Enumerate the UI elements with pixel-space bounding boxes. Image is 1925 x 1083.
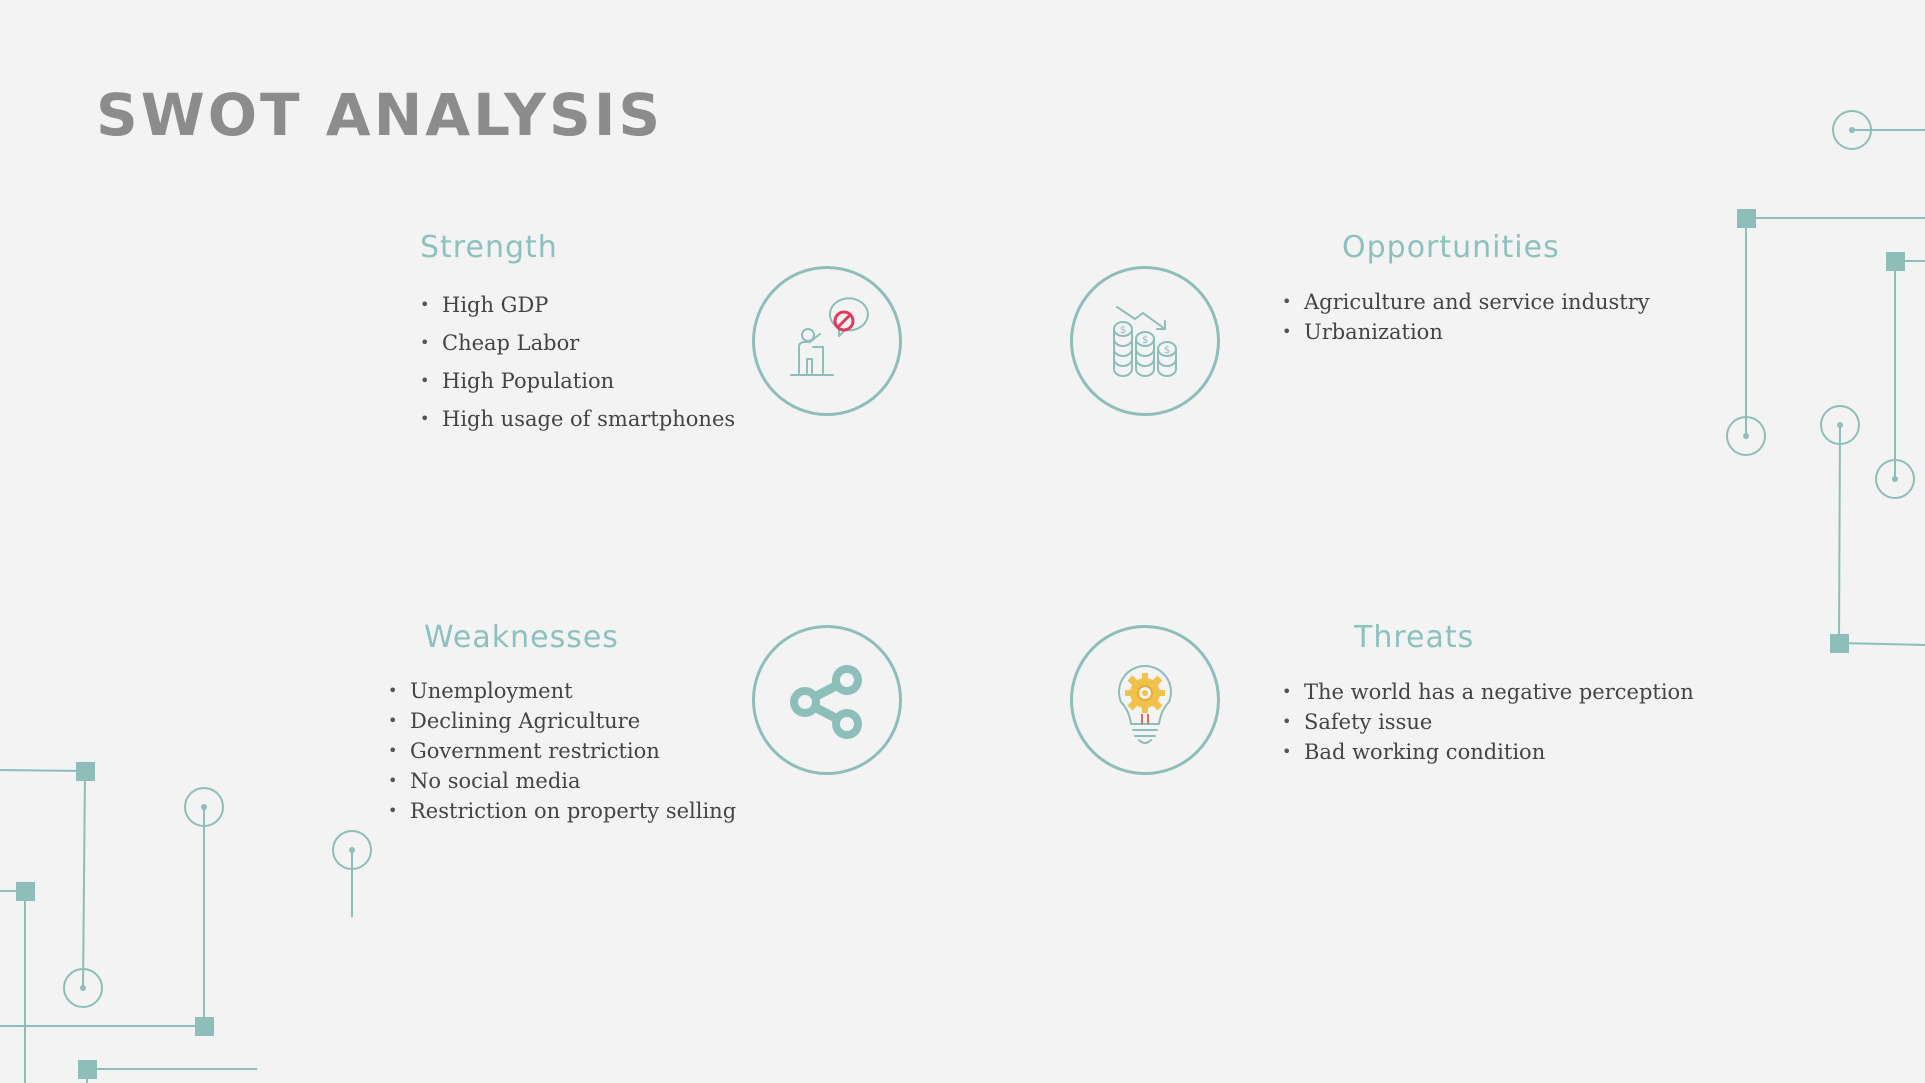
list-item: Unemployment — [388, 676, 736, 706]
slide-title: SWOT ANALYSIS — [96, 81, 664, 149]
list-item: The world has a negative perception — [1282, 677, 1694, 707]
list-item: No social media — [388, 766, 736, 796]
list-item: Restriction on property selling — [388, 796, 736, 826]
swot-slide: SWOT ANALYSIS Strength High GDP Cheap La… — [0, 0, 1925, 1083]
threats-icon-circle — [1070, 625, 1220, 775]
svg-text:$: $ — [1120, 325, 1126, 336]
list-item: High Population — [420, 362, 735, 400]
list-item: High usage of smartphones — [420, 400, 735, 438]
weaknesses-list: Unemployment Declining Agriculture Gover… — [388, 676, 736, 826]
list-item: Agriculture and service industry — [1282, 287, 1650, 317]
circuit-decoration — [0, 110, 1925, 1083]
weaknesses-heading: Weaknesses — [424, 620, 619, 655]
threats-heading: Threats — [1354, 620, 1475, 655]
opportunities-heading: Opportunities — [1342, 230, 1560, 265]
strength-icon-circle — [752, 266, 902, 416]
svg-text:$: $ — [1164, 345, 1170, 356]
lightbulb-gear-icon — [1118, 665, 1172, 744]
list-item: Safety issue — [1282, 707, 1694, 737]
svg-text:$: $ — [1142, 335, 1148, 346]
list-item: High GDP — [420, 286, 735, 324]
threats-list: The world has a negative perception Safe… — [1282, 677, 1694, 767]
weaknesses-icon-circle — [752, 625, 902, 775]
coins-trend-icon: $ $ $ — [1113, 306, 1177, 377]
opportunities-icon-circle: $ $ $ — [1070, 266, 1220, 416]
share-icon — [790, 665, 862, 739]
strength-list: High GDP Cheap Labor High Population Hig… — [420, 286, 735, 438]
list-item: Cheap Labor — [420, 324, 735, 362]
list-item: Bad working condition — [1282, 737, 1694, 767]
opportunities-list: Agriculture and service industry Urbaniz… — [1282, 287, 1650, 347]
strength-heading: Strength — [420, 230, 558, 265]
protest-speaker-icon — [790, 297, 869, 376]
list-item: Government restriction — [388, 736, 736, 766]
list-item: Declining Agriculture — [388, 706, 736, 736]
list-item: Urbanization — [1282, 317, 1650, 347]
